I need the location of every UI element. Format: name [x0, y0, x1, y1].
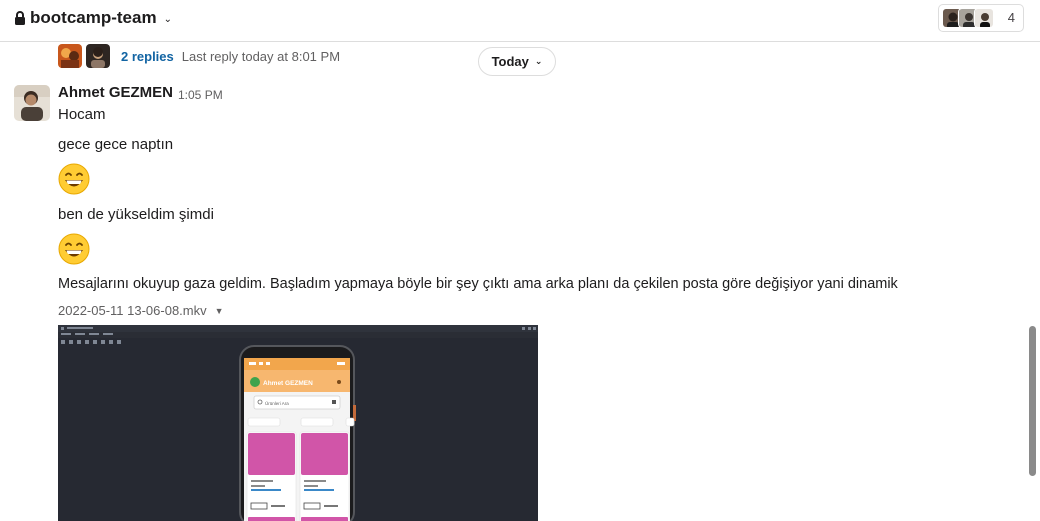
message-text: Mesajlarını okuyup gaza geldim. Başladım…: [58, 276, 898, 292]
video-frame: Ahmet GEZMEN Ürünleri Ara: [58, 325, 538, 521]
channel-name: bootcamp-team: [30, 8, 157, 27]
attachment-file-name: 2022-05-11 13-06-08.mkv: [58, 303, 207, 318]
video-app-title: Ahmet GEZMEN: [263, 380, 313, 387]
replies-link[interactable]: 2 replies: [121, 49, 174, 64]
member-avatar: [974, 8, 994, 28]
attachment-name[interactable]: 2022-05-11 13-06-08.mkv ▼: [58, 303, 224, 318]
avatar[interactable]: [14, 85, 50, 121]
lock-icon: [15, 11, 25, 25]
sender-name[interactable]: Ahmet GEZMEN: [58, 84, 173, 101]
message-text: Hocam: [58, 106, 106, 123]
reply-avatar: [58, 44, 82, 68]
caret-down-icon[interactable]: ▼: [215, 306, 224, 316]
message-text: ben de yükseldim şimdi: [58, 206, 214, 223]
message-timestamp[interactable]: 1:05 PM: [178, 88, 223, 102]
message-text: gece gece naptın: [58, 136, 174, 153]
member-count: 4: [1007, 10, 1015, 25]
video-attachment-preview[interactable]: Ahmet GEZMEN Ürünleri Ara: [58, 325, 538, 521]
channel-header: bootcamp-team ⌄ 4: [0, 0, 1040, 42]
members-button[interactable]: 4: [938, 4, 1024, 32]
channel-name-button[interactable]: bootcamp-team ⌄: [14, 8, 172, 28]
video-search-placeholder: Ürünleri Ara: [265, 400, 289, 406]
chevron-down-icon: ⌄: [163, 13, 172, 25]
last-reply-text: Last reply today at 8:01 PM: [181, 48, 341, 64]
reply-avatar: [86, 44, 110, 68]
chevron-down-icon: ⌄: [534, 56, 543, 66]
date-divider-label: Today: [491, 54, 529, 69]
thread-replies-bar[interactable]: 2 replies Last reply today at 8:01 PM: [58, 43, 340, 69]
scrollbar-thumb[interactable]: [1029, 326, 1036, 476]
grinning-face-emoji-icon: [58, 163, 90, 195]
grinning-face-emoji-icon: [58, 233, 90, 265]
date-divider-button[interactable]: Today ⌄: [478, 47, 556, 76]
